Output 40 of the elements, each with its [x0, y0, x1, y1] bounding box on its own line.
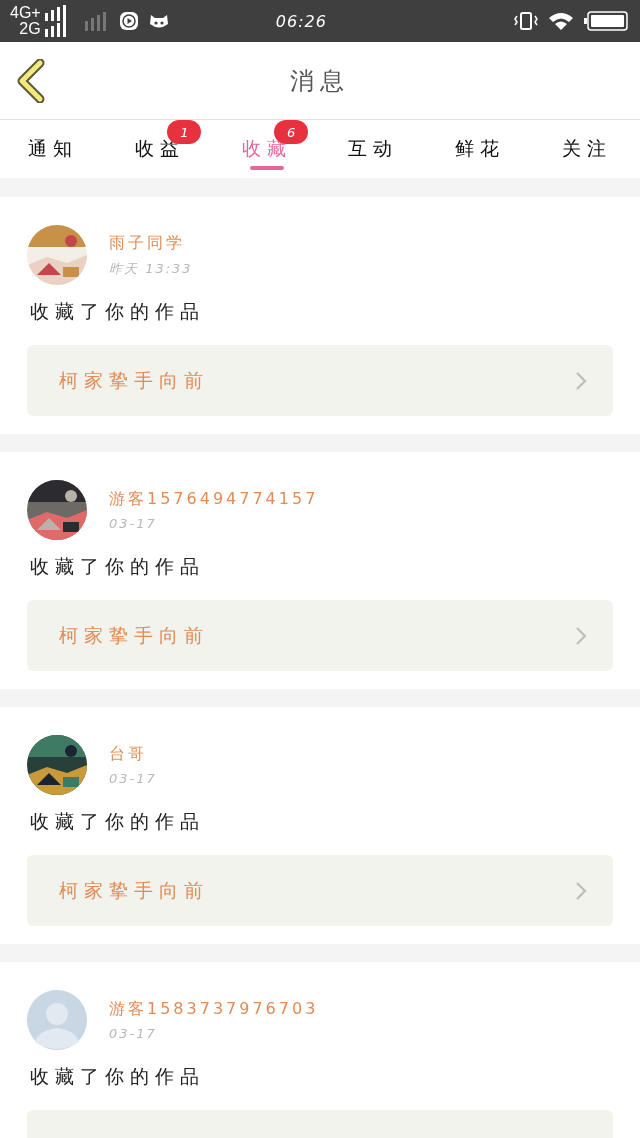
- timestamp: 昨天 13:33: [109, 259, 193, 278]
- wifi-icon: [548, 11, 574, 31]
- tab[interactable]: 鲜花: [426, 120, 534, 178]
- signal-icon: [42, 5, 69, 21]
- vibrate-icon: [514, 11, 538, 31]
- user-name[interactable]: 雨子同学: [109, 232, 193, 254]
- avatar-icon: [27, 990, 87, 1050]
- work-title: 柯家挚手向前: [59, 367, 209, 393]
- signal-icon: [42, 21, 69, 37]
- back-icon: [16, 58, 46, 103]
- network-label: 2G: [19, 21, 41, 37]
- play-icon: [118, 11, 139, 31]
- message-text: 收藏了你的作品: [30, 809, 206, 834]
- message-text: 收藏了你的作品: [30, 1064, 206, 1089]
- timestamp: 03-17: [109, 771, 157, 786]
- clock: 06:26: [274, 11, 328, 31]
- work-link[interactable]: 柯家挚手向前: [27, 855, 613, 926]
- back-button[interactable]: [16, 58, 46, 103]
- work-link[interactable]: 柯家挚手向前: [27, 345, 613, 416]
- page-title: 消息: [290, 65, 350, 97]
- chevron-right-icon: [575, 880, 587, 901]
- chevron-right-icon: [575, 625, 587, 646]
- signal-icon: [82, 11, 109, 31]
- chevron-right-icon: [575, 370, 587, 391]
- battery-icon: [584, 11, 628, 31]
- work-title: 柯家挚手向前: [59, 877, 209, 903]
- message-text: 收藏了你的作品: [30, 299, 206, 324]
- tab[interactable]: 通知: [0, 120, 107, 178]
- work-link[interactable]: 柯家挚手向前: [27, 600, 613, 671]
- work-title: 柯家挚手向前: [59, 622, 209, 648]
- user-name[interactable]: 游客1576494774157: [109, 489, 319, 510]
- cat-icon: [148, 12, 169, 30]
- user-name[interactable]: 游客1583737976703: [109, 999, 319, 1020]
- tab[interactable]: 关注: [533, 120, 640, 178]
- timestamp: 03-17: [109, 516, 158, 531]
- network-label: 4G+: [10, 5, 41, 21]
- tab[interactable]: 互动: [320, 120, 427, 178]
- user-name[interactable]: 台哥: [109, 744, 157, 765]
- timestamp: 03-17: [109, 1026, 158, 1041]
- message-text: 收藏了你的作品: [30, 554, 206, 579]
